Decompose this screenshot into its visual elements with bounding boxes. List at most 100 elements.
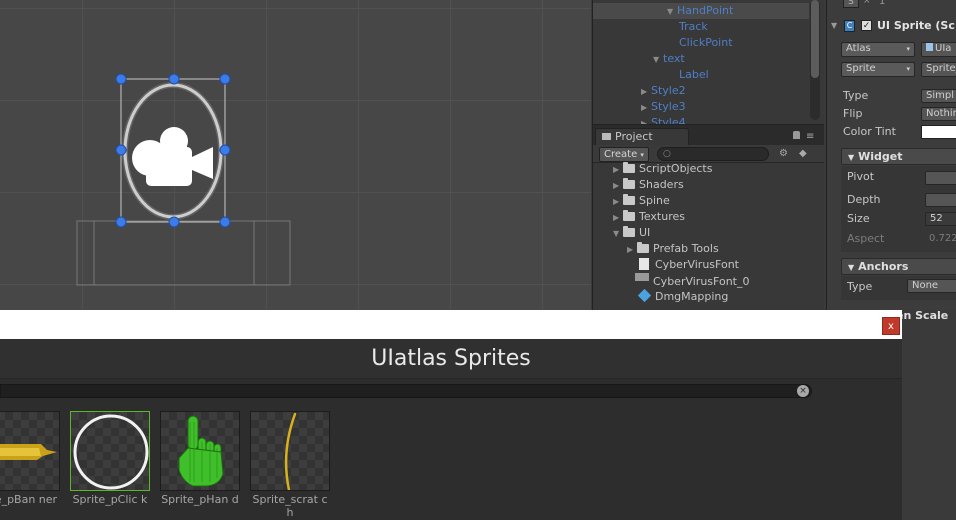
color-tint-swatch[interactable]: [921, 125, 956, 139]
filter-by-type-icon[interactable]: ⚙: [779, 148, 788, 159]
project-item-label: UI: [639, 226, 651, 239]
collapse-arrow-icon[interactable]: ▶: [613, 210, 623, 226]
dropdown-arrow-icon: ▾: [906, 65, 910, 73]
project-item-label: CyberVirusFont_0: [653, 275, 750, 288]
collapse-arrow-icon[interactable]: ▶: [613, 194, 623, 210]
hierarchy-item-label: Style4: [651, 116, 686, 124]
foldout-arrow-icon: ▼: [848, 153, 855, 162]
hierarchy-item-style2[interactable]: ▶ Style2: [641, 83, 686, 99]
hierarchy-scrollbar[interactable]: [810, 0, 820, 120]
folder-icon: [623, 194, 635, 205]
project-item-spine[interactable]: ▶ Spine: [613, 193, 670, 209]
project-item-dmgmapping[interactable]: DmgMapping: [637, 288, 729, 305]
hierarchy-item-label[interactable]: Label: [679, 67, 709, 83]
close-icon[interactable]: ×: [863, 0, 871, 6]
tab-project[interactable]: Project: [595, 128, 689, 145]
pivot-button[interactable]: [925, 171, 956, 185]
component-title: UI Sprite (Sc: [877, 19, 955, 32]
hierarchy-item-label: Style3: [651, 100, 686, 113]
sprite-field[interactable]: Sprite_: [921, 62, 956, 77]
project-item-label: DmgMapping: [655, 290, 729, 303]
window-titlebar[interactable]: [0, 310, 902, 339]
pivot-label: Pivot: [847, 170, 875, 183]
project-item-cybervirusfont[interactable]: CyberVirusFont: [639, 257, 739, 273]
sprite-label: Sprite: [846, 63, 876, 74]
clear-search-icon[interactable]: ×: [797, 385, 809, 397]
scene-view[interactable]: [0, 0, 591, 310]
collapse-arrow-icon[interactable]: ▶: [641, 100, 651, 116]
size-field[interactable]: 52: [925, 212, 956, 226]
project-item-shaders[interactable]: ▶ Shaders: [613, 177, 684, 193]
sprite-label: rite_pBan ner: [0, 493, 58, 506]
hierarchy-item-track[interactable]: Track: [679, 19, 708, 35]
hierarchy-item-label: HandPoint: [677, 4, 734, 17]
project-item-label: ScriptObjects: [639, 162, 713, 175]
prefab-icon: [637, 288, 652, 303]
close-button[interactable]: x: [882, 317, 900, 335]
handle-top: [168, 73, 180, 85]
hierarchy-item-label: ClickPoint: [679, 36, 733, 49]
panel-menu-icon[interactable]: ≡: [806, 132, 814, 142]
anchor-type-dropdown[interactable]: None: [907, 279, 956, 293]
project-item-label: Spine: [639, 194, 670, 207]
enabled-checkbox[interactable]: ✓: [861, 20, 872, 31]
filter-by-label-icon[interactable]: ◆: [799, 148, 807, 159]
size-label: Size: [847, 212, 870, 225]
circle-sprite-preview: [73, 414, 149, 490]
lock-icon[interactable]: [793, 131, 800, 139]
anchors-section-header[interactable]: ▼ Anchors: [841, 258, 956, 275]
project-item-cybervirusfont-0[interactable]: CyberVirusFont_0: [635, 273, 749, 289]
scrollbar-thumb[interactable]: [811, 0, 819, 78]
hierarchy-item-clickpoint[interactable]: ClickPoint: [679, 35, 733, 51]
collapse-arrow-icon[interactable]: ▶: [641, 84, 651, 100]
project-item-textures[interactable]: ▶ Textures: [613, 209, 685, 225]
sprite-cell-pclick[interactable]: [70, 411, 150, 491]
sprite-cell-pbanner[interactable]: [0, 411, 60, 491]
hierarchy-item-style3[interactable]: ▶ Style3: [641, 99, 686, 115]
hierarchy-item-label: text: [663, 52, 685, 65]
project-item-scriptobjects[interactable]: ▶ ScriptObjects: [613, 161, 712, 177]
anchors-header-label: Anchors: [858, 260, 909, 273]
static-toggle-button[interactable]: S: [843, 0, 859, 8]
folder-icon: [623, 178, 635, 189]
create-button[interactable]: Create ▾: [599, 147, 649, 162]
expand-arrow-icon[interactable]: ▼: [667, 4, 677, 20]
collapse-arrow-icon[interactable]: ▶: [627, 242, 637, 258]
atlas-asset-icon: [926, 43, 933, 51]
sprite-button[interactable]: Sprite ▾: [841, 62, 915, 77]
collapse-arrow-icon[interactable]: ▶: [613, 162, 623, 178]
project-search-input[interactable]: ○: [657, 147, 769, 161]
depth-button[interactable]: [925, 193, 956, 207]
flip-dropdown[interactable]: Nothin: [921, 107, 956, 121]
project-item-prefab-tools[interactable]: ▶ Prefab Tools: [627, 241, 719, 257]
script-icon: C: [844, 20, 855, 32]
layer-field[interactable]: 1: [879, 0, 885, 7]
foldout-arrow-icon[interactable]: ▼: [831, 21, 837, 30]
sprite-cell-phand[interactable]: [160, 411, 240, 491]
hierarchy-item-style4[interactable]: ▶ Style4: [641, 115, 686, 124]
expand-arrow-icon[interactable]: ▼: [653, 52, 663, 68]
project-item-label: Prefab Tools: [653, 242, 719, 255]
texture-icon: [635, 273, 649, 281]
aspect-value: 0.722: [929, 233, 956, 244]
scene-canvas[interactable]: [0, 0, 591, 310]
hierarchy-item-label: Track: [679, 20, 708, 33]
expand-arrow-icon[interactable]: ▼: [613, 226, 623, 242]
collapse-arrow-icon[interactable]: ▶: [613, 178, 623, 194]
movie-camera-icon: [132, 127, 213, 186]
atlas-label: Atlas: [846, 43, 871, 54]
tab-label: Project: [615, 130, 653, 143]
atlas-field[interactable]: UIa: [921, 42, 956, 57]
project-item-ui[interactable]: ▼ UI: [613, 225, 650, 241]
widget-section-header[interactable]: ▼ Widget: [841, 148, 956, 165]
hierarchy-item-handpoint[interactable]: ▼ HandPoint: [593, 3, 809, 19]
collapse-arrow-icon[interactable]: ▶: [641, 116, 651, 124]
hierarchy-item-text[interactable]: ▼ text: [653, 51, 685, 67]
flip-label: Flip: [843, 107, 863, 120]
atlas-button[interactable]: Atlas ▾: [841, 42, 915, 57]
sprite-cell-scratch[interactable]: [250, 411, 330, 491]
sprite-search-input[interactable]: [0, 384, 812, 398]
project-item-label: CyberVirusFont: [655, 258, 739, 271]
type-dropdown[interactable]: Simpl: [921, 89, 956, 103]
handle-left: [115, 144, 127, 156]
